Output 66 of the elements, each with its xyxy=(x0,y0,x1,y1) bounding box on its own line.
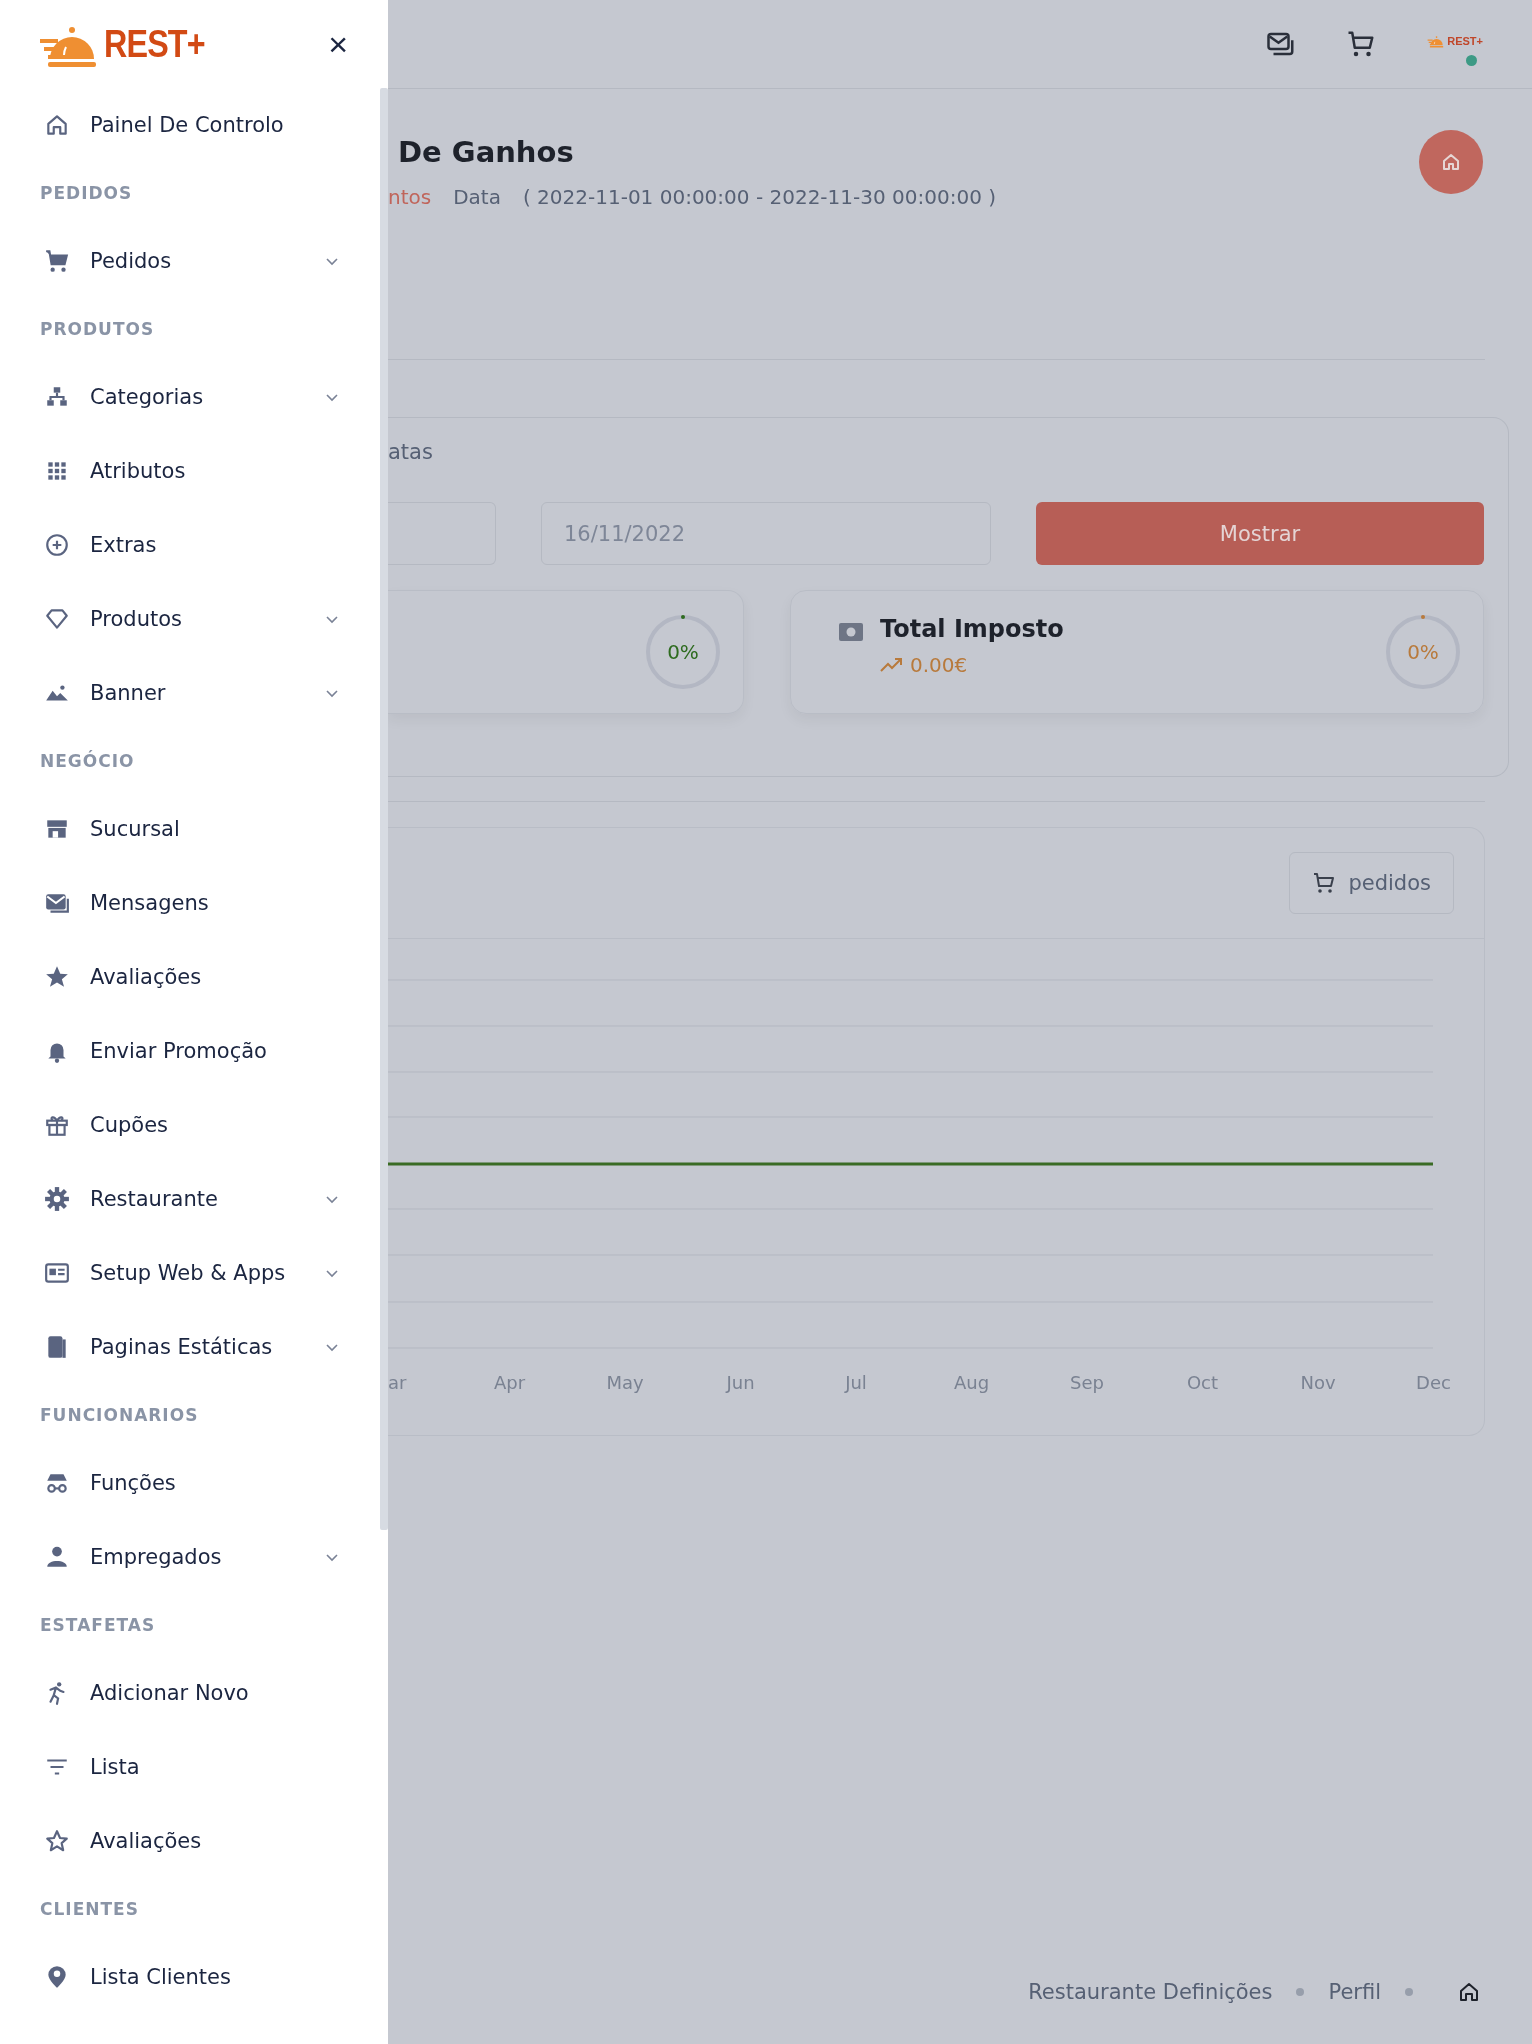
banknote-icon xyxy=(838,621,864,643)
percent-value: 0% xyxy=(667,640,699,664)
sidebar-item[interactable]: Categorias xyxy=(0,360,380,434)
sidebar-item[interactable]: Banner xyxy=(0,656,380,730)
section-heading: NEGÓCIO xyxy=(39,749,136,773)
sidebar-item[interactable]: Enviar Promoção xyxy=(0,1014,380,1088)
axis-label: Oct xyxy=(1186,1372,1219,1393)
sidebar-item[interactable]: Extras xyxy=(0,508,380,582)
sidebar-item[interactable]: Setup Web & Apps xyxy=(0,1236,380,1310)
sidebar-item[interactable]: Mensagens xyxy=(0,866,380,940)
axis-label: ar xyxy=(388,1372,407,1393)
filter-label: atas xyxy=(388,440,434,464)
axis-label: Apr xyxy=(493,1372,526,1393)
date-field[interactable] xyxy=(388,502,496,565)
plus-circle-icon xyxy=(44,532,70,558)
axis-label: May xyxy=(606,1372,644,1393)
home-icon[interactable] xyxy=(1457,1980,1481,2004)
stat-amount: 0.00€ xyxy=(910,653,968,677)
section-heading: PEDIDOS xyxy=(39,182,134,205)
orders-button[interactable]: pedidos xyxy=(1289,852,1454,914)
cart-icon xyxy=(1312,871,1337,895)
section-heading: ESTAFETAS xyxy=(39,1614,157,1637)
axis-label: Nov xyxy=(1300,1372,1336,1393)
sidebar-item[interactable]: Lista xyxy=(0,1730,380,1804)
sidebar-item[interactable]: Produtos xyxy=(0,582,380,656)
scrollbar[interactable] xyxy=(380,88,388,1530)
section-heading: CLIENTES xyxy=(39,1898,140,1921)
cart-icon xyxy=(44,248,70,274)
axis-label: Sep xyxy=(1070,1372,1104,1393)
gear-icon xyxy=(44,1186,70,1212)
id-card-icon xyxy=(44,1260,70,1286)
sidebar-item[interactable]: Avaliações xyxy=(0,1804,380,1878)
sidebar-item[interactable]: Funções xyxy=(0,1446,380,1520)
sidebar-item[interactable]: Cupões xyxy=(0,1088,380,1162)
percent-value: 0% xyxy=(1407,640,1439,664)
page-title: De Ganhos xyxy=(398,135,575,169)
separator-dot xyxy=(1405,1988,1413,1996)
star-outline-icon xyxy=(44,1828,70,1854)
sidebar-item[interactable]: Pedidos xyxy=(0,224,380,298)
sidebar-item[interactable]: Empregados xyxy=(0,1520,380,1594)
section-heading: FUNCIONARIOS xyxy=(39,1404,200,1427)
sidebar-item[interactable]: Avaliações xyxy=(0,940,380,1014)
footer-link[interactable]: Restaurante Definições xyxy=(1028,1980,1273,2004)
home-icon xyxy=(44,112,70,138)
stat-title: Total Imposto xyxy=(880,615,1064,643)
sidebar-item[interactable]: Paginas Estáticas xyxy=(0,1310,380,1384)
date-label: Data xyxy=(453,185,501,209)
section-heading: PRODUTOS xyxy=(39,318,156,341)
axis-label: Dec xyxy=(1416,1372,1451,1393)
sidebar-item[interactable]: Sucursal xyxy=(0,792,380,866)
axis-label: Jul xyxy=(845,1372,867,1393)
sidebar-item[interactable]: Painel De Controlo xyxy=(0,88,380,162)
close-button[interactable]: × xyxy=(328,27,348,61)
logo-text: REST+ xyxy=(104,22,205,66)
sidebar-item[interactable]: Lista Clientes xyxy=(0,1940,380,2014)
sidebar-item[interactable]: Restaurante xyxy=(0,1162,380,1236)
trend-up-icon xyxy=(880,657,904,673)
date-range: ( 2022-11-01 00:00:00 - 2022-11-30 00:00:00 ) xyxy=(522,185,997,209)
sidebar-item[interactable]: Adicionar Novo xyxy=(0,1656,380,1730)
diamond-icon xyxy=(44,606,70,632)
axis-label: Jun xyxy=(726,1372,755,1393)
person-icon xyxy=(44,1544,70,1570)
sidebar-item[interactable]: Atributos xyxy=(0,434,380,508)
footer-link[interactable]: Perfil xyxy=(1328,1980,1381,2004)
axis-label: Aug xyxy=(953,1372,990,1393)
separator-dot xyxy=(1296,1988,1305,1996)
